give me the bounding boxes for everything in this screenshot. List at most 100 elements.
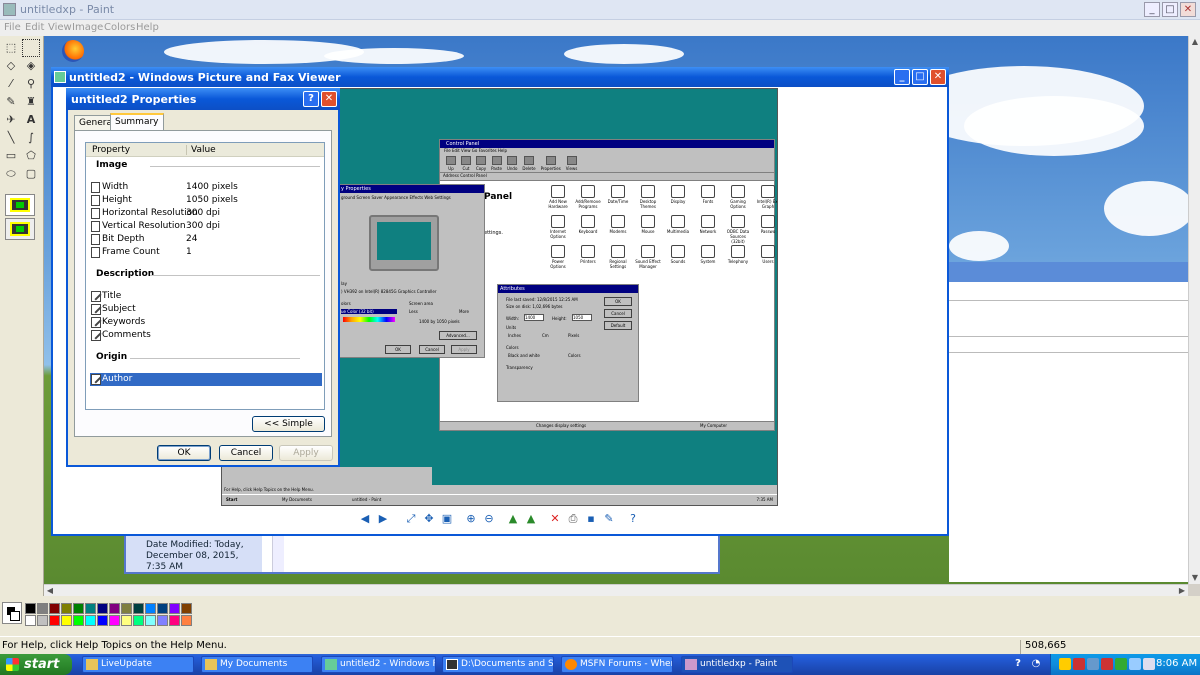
previous-image-icon[interactable]: ◀	[358, 512, 372, 526]
palette-swatch[interactable]	[121, 615, 132, 626]
simple-button[interactable]: << Simple	[252, 416, 325, 432]
palette-swatch[interactable]	[109, 615, 120, 626]
language-tray-icon[interactable]: ◔	[1030, 658, 1042, 670]
eraser-icon[interactable]: ◇	[2, 57, 20, 75]
taskbar-item-firefox[interactable]: MSFN Forums - Wher...	[561, 656, 673, 673]
best-fit-icon[interactable]: ⤢	[404, 512, 418, 526]
text-icon[interactable]: A	[22, 111, 40, 129]
properties-close-button[interactable]: ✕	[321, 91, 337, 107]
list-item[interactable]: Subject	[90, 303, 322, 316]
help-tray-icon[interactable]: ?	[1012, 658, 1024, 670]
list-item[interactable]: Frame Count 1	[90, 246, 322, 259]
list-item[interactable]: Vertical Resolution 300 dpi	[90, 220, 322, 233]
palette-swatch[interactable]	[133, 603, 144, 614]
start-button[interactable]: start	[0, 654, 72, 675]
rounded-rect-icon[interactable]: ▢	[22, 165, 40, 183]
menu-file[interactable]: File	[4, 22, 21, 33]
slideshow-icon[interactable]: ▣	[440, 512, 454, 526]
minimize-button[interactable]: _	[1144, 2, 1160, 17]
list-item[interactable]: Height 1050 pixels	[90, 194, 322, 207]
maximize-button[interactable]: □	[1162, 2, 1178, 17]
save-icon[interactable]: ▪	[584, 512, 598, 526]
palette-swatch[interactable]	[181, 615, 192, 626]
properties-title-bar[interactable]: untitled2 Properties ? ✕	[66, 88, 340, 110]
palette-swatch[interactable]	[37, 603, 48, 614]
close-button[interactable]: ✕	[1180, 2, 1196, 17]
zoom-in-icon[interactable]: ⊕	[464, 512, 478, 526]
column-property[interactable]: Property	[92, 145, 130, 155]
list-item[interactable]: Width 1400 pixels	[90, 181, 322, 194]
menu-edit[interactable]: Edit	[25, 22, 44, 33]
palette-swatch[interactable]	[145, 615, 156, 626]
palette-swatch[interactable]	[73, 603, 84, 614]
palette-swatch[interactable]	[109, 603, 120, 614]
color-picker-icon[interactable]: ⁄	[2, 75, 20, 93]
paint-vertical-scrollbar[interactable]: ▲ ▼	[1188, 36, 1200, 584]
palette-swatch[interactable]	[169, 603, 180, 614]
list-item[interactable]: Bit Depth 24	[90, 233, 322, 246]
palette-swatch[interactable]	[133, 615, 144, 626]
current-colors[interactable]	[2, 602, 22, 624]
viewer-maximize-button[interactable]: □	[912, 69, 928, 85]
taskbar-item-liveupdate[interactable]: LiveUpdate	[82, 656, 194, 673]
palette-swatch[interactable]	[73, 615, 84, 626]
rect-select-icon[interactable]	[22, 39, 40, 57]
shield-icon[interactable]	[1059, 658, 1071, 670]
print-icon[interactable]: ⎙	[566, 512, 580, 526]
palette-swatch[interactable]	[61, 603, 72, 614]
airbrush-icon[interactable]: ✈	[2, 111, 20, 129]
taskbar-item-explorer[interactable]: D:\Documents and Se...	[442, 656, 554, 673]
palette-swatch[interactable]	[169, 615, 180, 626]
cancel-button[interactable]: Cancel	[219, 445, 273, 461]
scroll-up-icon[interactable]: ▲	[1189, 36, 1200, 48]
curve-icon[interactable]: ∫	[22, 129, 40, 147]
help-icon[interactable]: ?	[626, 512, 640, 526]
palette-swatch[interactable]	[37, 615, 48, 626]
paint-title-bar[interactable]: untitledxp - Paint _ □ ✕	[0, 0, 1200, 20]
taskbar-item-paint[interactable]: untitledxp - Paint	[681, 656, 793, 673]
pencil-icon[interactable]: ✎	[2, 93, 20, 111]
palette-swatch[interactable]	[97, 603, 108, 614]
delete-icon[interactable]: ✕	[548, 512, 562, 526]
free-select-icon[interactable]: ⬚	[2, 39, 20, 57]
tool-option-transparent[interactable]	[5, 218, 35, 240]
column-value[interactable]: Value	[186, 145, 216, 155]
palette-swatch[interactable]	[61, 615, 72, 626]
next-image-icon[interactable]: ▶	[376, 512, 390, 526]
palette-swatch[interactable]	[49, 603, 60, 614]
viewer-title-bar[interactable]: untitled2 - Windows Picture and Fax View…	[51, 67, 949, 87]
security-icon[interactable]	[1101, 658, 1113, 670]
antivirus-icon[interactable]	[1073, 658, 1085, 670]
rotate-ccw-icon[interactable]: ▲	[524, 512, 538, 526]
line-icon[interactable]: ╲	[2, 129, 20, 147]
list-item[interactable]: Title	[90, 290, 322, 303]
apply-button[interactable]: Apply	[279, 445, 333, 461]
palette-swatch[interactable]	[25, 615, 36, 626]
palette-swatch[interactable]	[49, 615, 60, 626]
list-item[interactable]: Comments	[90, 329, 322, 342]
list-item[interactable]: Horizontal Resolution 300 dpi	[90, 207, 322, 220]
fill-icon[interactable]: ◈	[22, 57, 40, 75]
scroll-down-icon[interactable]: ▼	[1189, 572, 1200, 584]
help-button[interactable]: ?	[303, 91, 319, 107]
palette-swatch[interactable]	[157, 615, 168, 626]
list-item[interactable]: Author	[90, 373, 322, 386]
taskbar-item-viewer[interactable]: untitled2 - Windows P...	[321, 656, 436, 673]
palette-swatch[interactable]	[157, 603, 168, 614]
edit-icon[interactable]: ✎	[602, 512, 616, 526]
menu-colors[interactable]: Colors	[104, 22, 135, 33]
details-scrollbar[interactable]	[272, 536, 284, 572]
update-icon[interactable]	[1115, 658, 1127, 670]
ellipse-icon[interactable]: ⬭	[2, 165, 20, 183]
palette-swatch[interactable]	[25, 603, 36, 614]
taskbar-item-my-documents[interactable]: My Documents	[201, 656, 313, 673]
rectangle-icon[interactable]: ▭	[2, 147, 20, 165]
actual-size-icon[interactable]: ✥	[422, 512, 436, 526]
palette-swatch[interactable]	[85, 603, 96, 614]
brush-icon[interactable]: ♜	[22, 93, 40, 111]
viewer-close-button[interactable]: ✕	[930, 69, 946, 85]
menu-view[interactable]: View	[48, 22, 72, 33]
palette-swatch[interactable]	[121, 603, 132, 614]
ok-button[interactable]: OK	[157, 445, 211, 461]
palette-swatch[interactable]	[181, 603, 192, 614]
